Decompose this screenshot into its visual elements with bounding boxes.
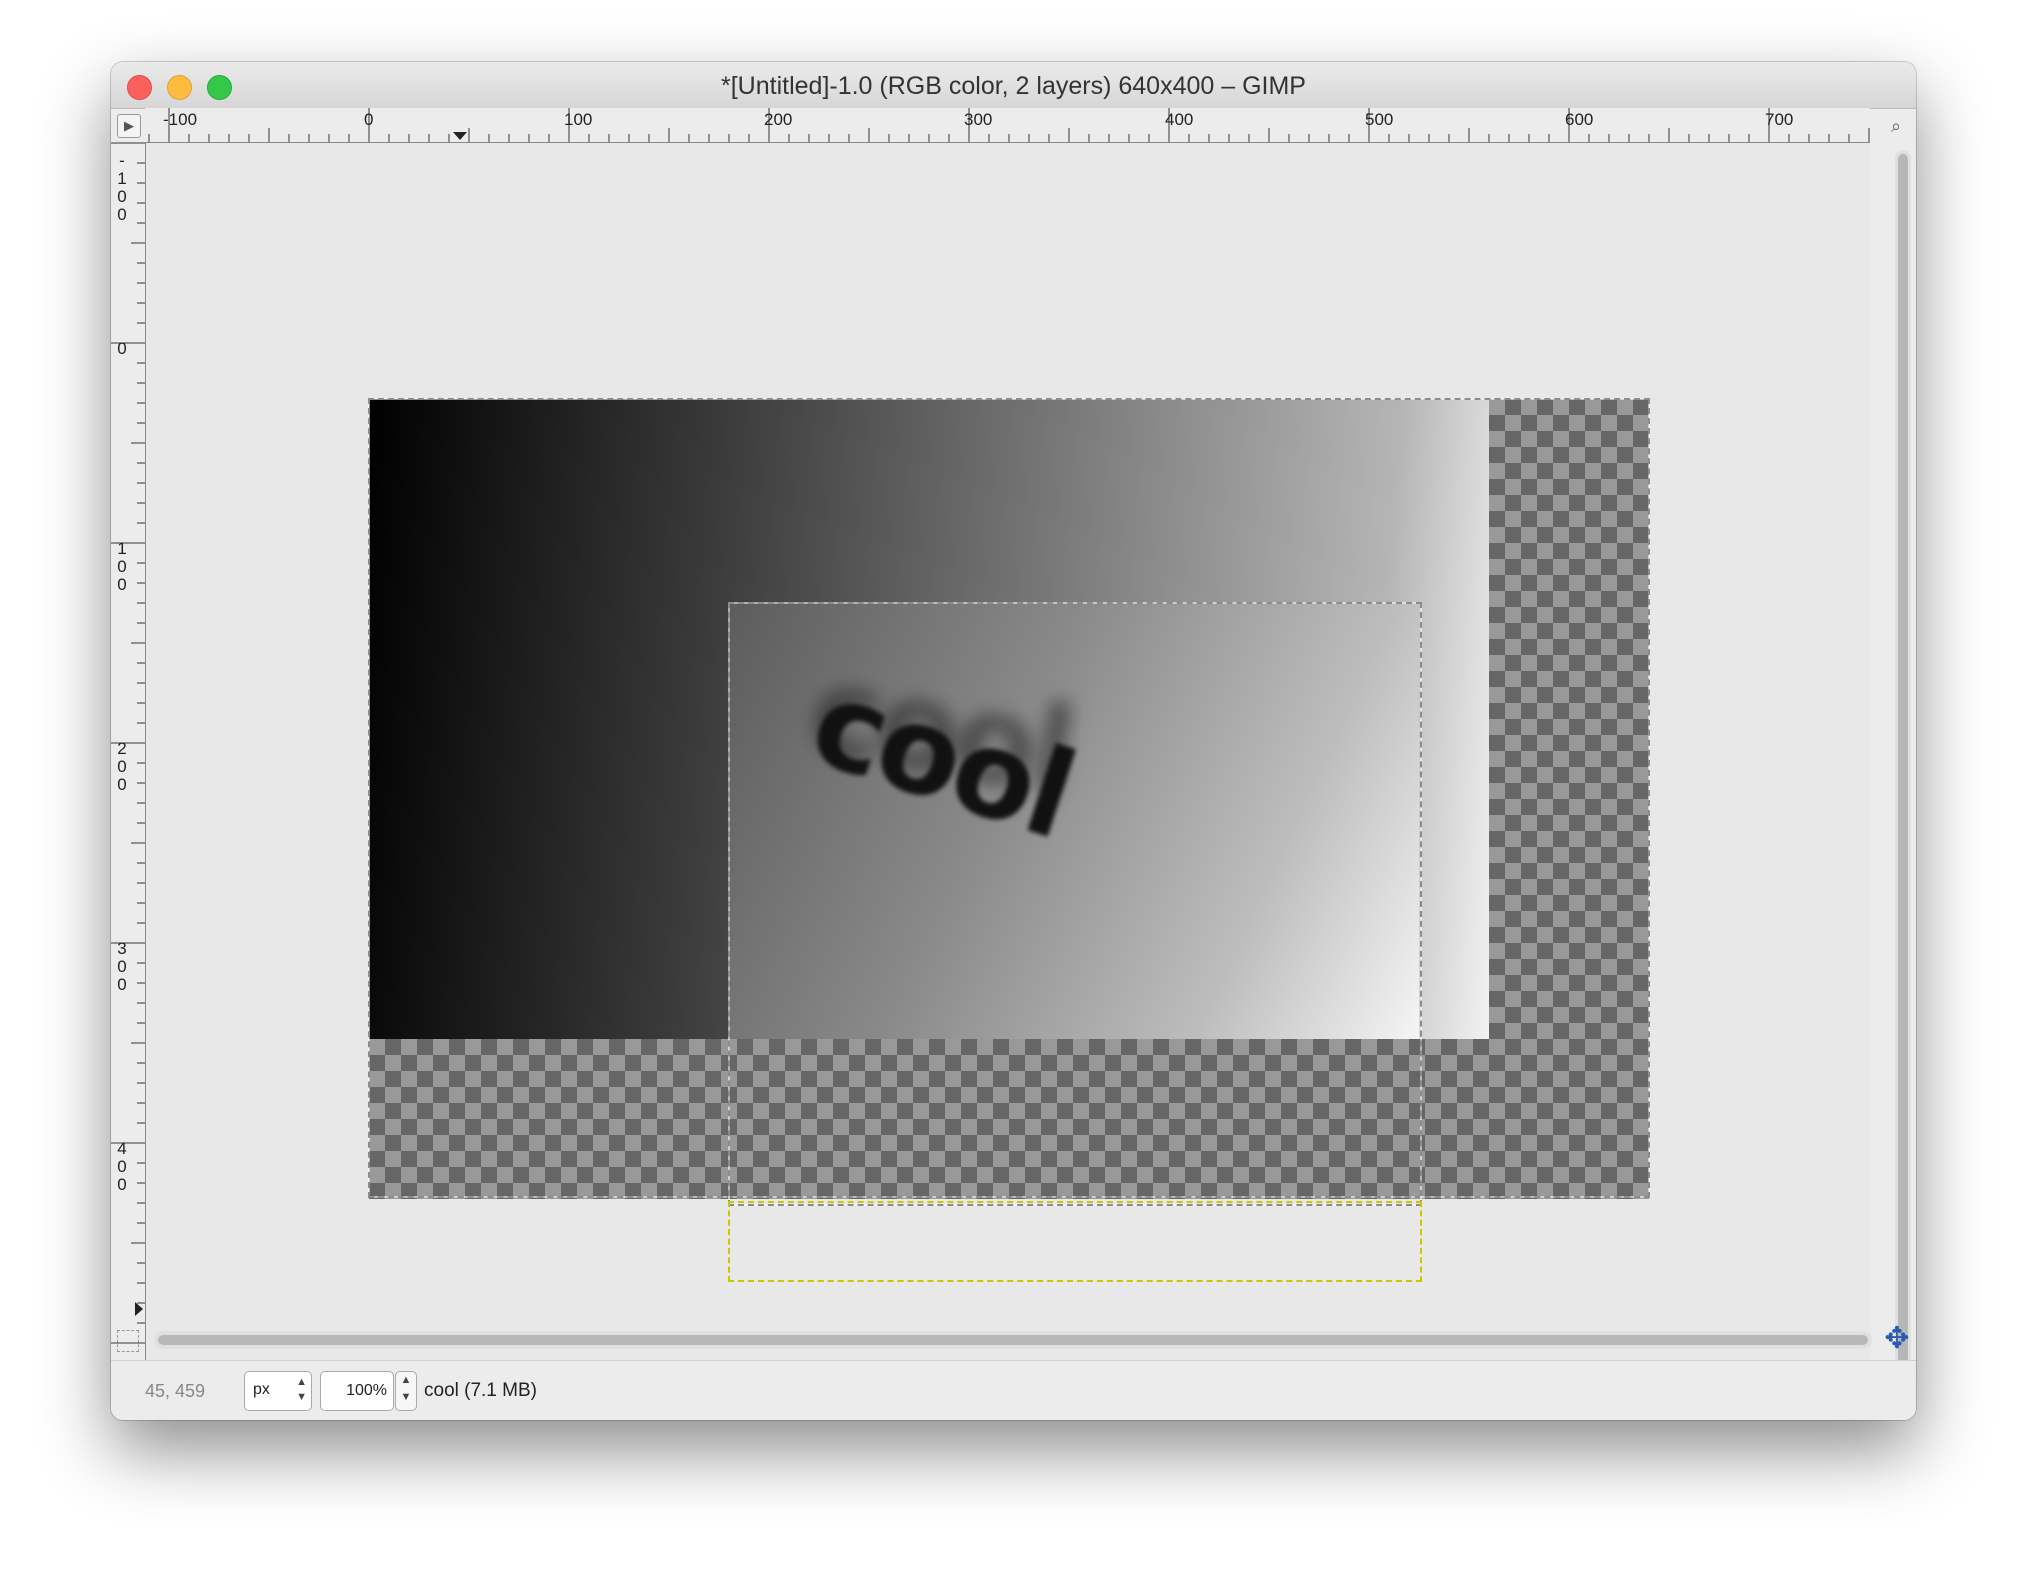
zoom-fit-icon: ⌕ — [1890, 116, 1902, 136]
zoom-value: 100% — [346, 1382, 387, 1399]
ruler-label: 0 — [364, 110, 374, 129]
image-menu-button[interactable]: ▶ — [117, 114, 141, 138]
pointer-coordinates: 45, 459 — [145, 1381, 206, 1401]
zoom-image-button[interactable]: ⌕ — [1884, 114, 1908, 138]
pointer-marker — [135, 1302, 143, 1316]
window-title: *[Untitled]-1.0 (RGB color, 2 layers) 64… — [721, 72, 1306, 100]
ruler-label: 200 — [764, 110, 793, 129]
zoom-stepper[interactable]: ▲ ▼ — [395, 1371, 417, 1411]
triangle-right-icon: ▶ — [124, 118, 134, 133]
quick-mask-toggle[interactable] — [117, 1330, 139, 1352]
text-layer[interactable]: cool cool — [729, 603, 1419, 1039]
gimp-image-window: *[Untitled]-1.0 (RGB color, 2 layers) 64… — [111, 62, 1916, 1420]
ruler-label: 400 — [1165, 110, 1194, 129]
ruler-label: 600 — [1565, 110, 1594, 129]
image-canvas[interactable]: cool cool — [146, 143, 1871, 1392]
ruler-label: -100 — [117, 151, 127, 224]
vertical-scrollbar[interactable] — [1895, 150, 1911, 1378]
vertical-scroll-thumb[interactable] — [1898, 154, 1908, 1372]
chevron-updown-icon: ▲ ▼ — [400, 1374, 412, 1403]
ruler-label: 700 — [1765, 110, 1794, 129]
layer-boundary-overflow — [728, 1201, 1422, 1282]
chevron-updown-icon: ▲ ▼ — [296, 1376, 307, 1403]
ruler-label: -100 — [163, 110, 198, 129]
vertical-ruler[interactable]: -100 0 100 200 300 400 — [111, 142, 146, 1392]
horizontal-ruler-ticks — [148, 108, 1870, 142]
horizontal-scroll-thumb[interactable] — [158, 1335, 1868, 1345]
ruler-label: 300 — [117, 939, 127, 994]
unit-value: px — [253, 1381, 270, 1398]
ruler-label: 500 — [1365, 110, 1394, 129]
ruler-label: 400 — [117, 1139, 127, 1194]
navigate-move-icon: ✥ — [1884, 1322, 1910, 1355]
ruler-label: 300 — [964, 110, 993, 129]
ruler-label: 100 — [564, 110, 593, 129]
ruler-label: 0 — [117, 339, 127, 358]
ruler-label: 100 — [117, 539, 127, 594]
navigate-button[interactable]: ✥ — [1882, 1324, 1912, 1354]
title-bar[interactable]: *[Untitled]-1.0 (RGB color, 2 layers) 64… — [111, 62, 1916, 109]
pointer-marker — [453, 132, 467, 140]
zoom-field[interactable]: 100% — [320, 1371, 394, 1411]
ruler-label: 200 — [117, 739, 127, 794]
status-message: cool (7.1 MB) — [424, 1380, 537, 1401]
horizontal-scrollbar[interactable] — [154, 1331, 1872, 1349]
status-bar: 45, 459 px ▲ ▼ 100% ▲ ▼ cool (7.1 MB) — [111, 1360, 1916, 1420]
unit-selector[interactable]: px ▲ ▼ — [244, 1371, 312, 1411]
horizontal-ruler[interactable]: -100 0 100 200 300 400 500 600 700 — [145, 108, 1870, 143]
